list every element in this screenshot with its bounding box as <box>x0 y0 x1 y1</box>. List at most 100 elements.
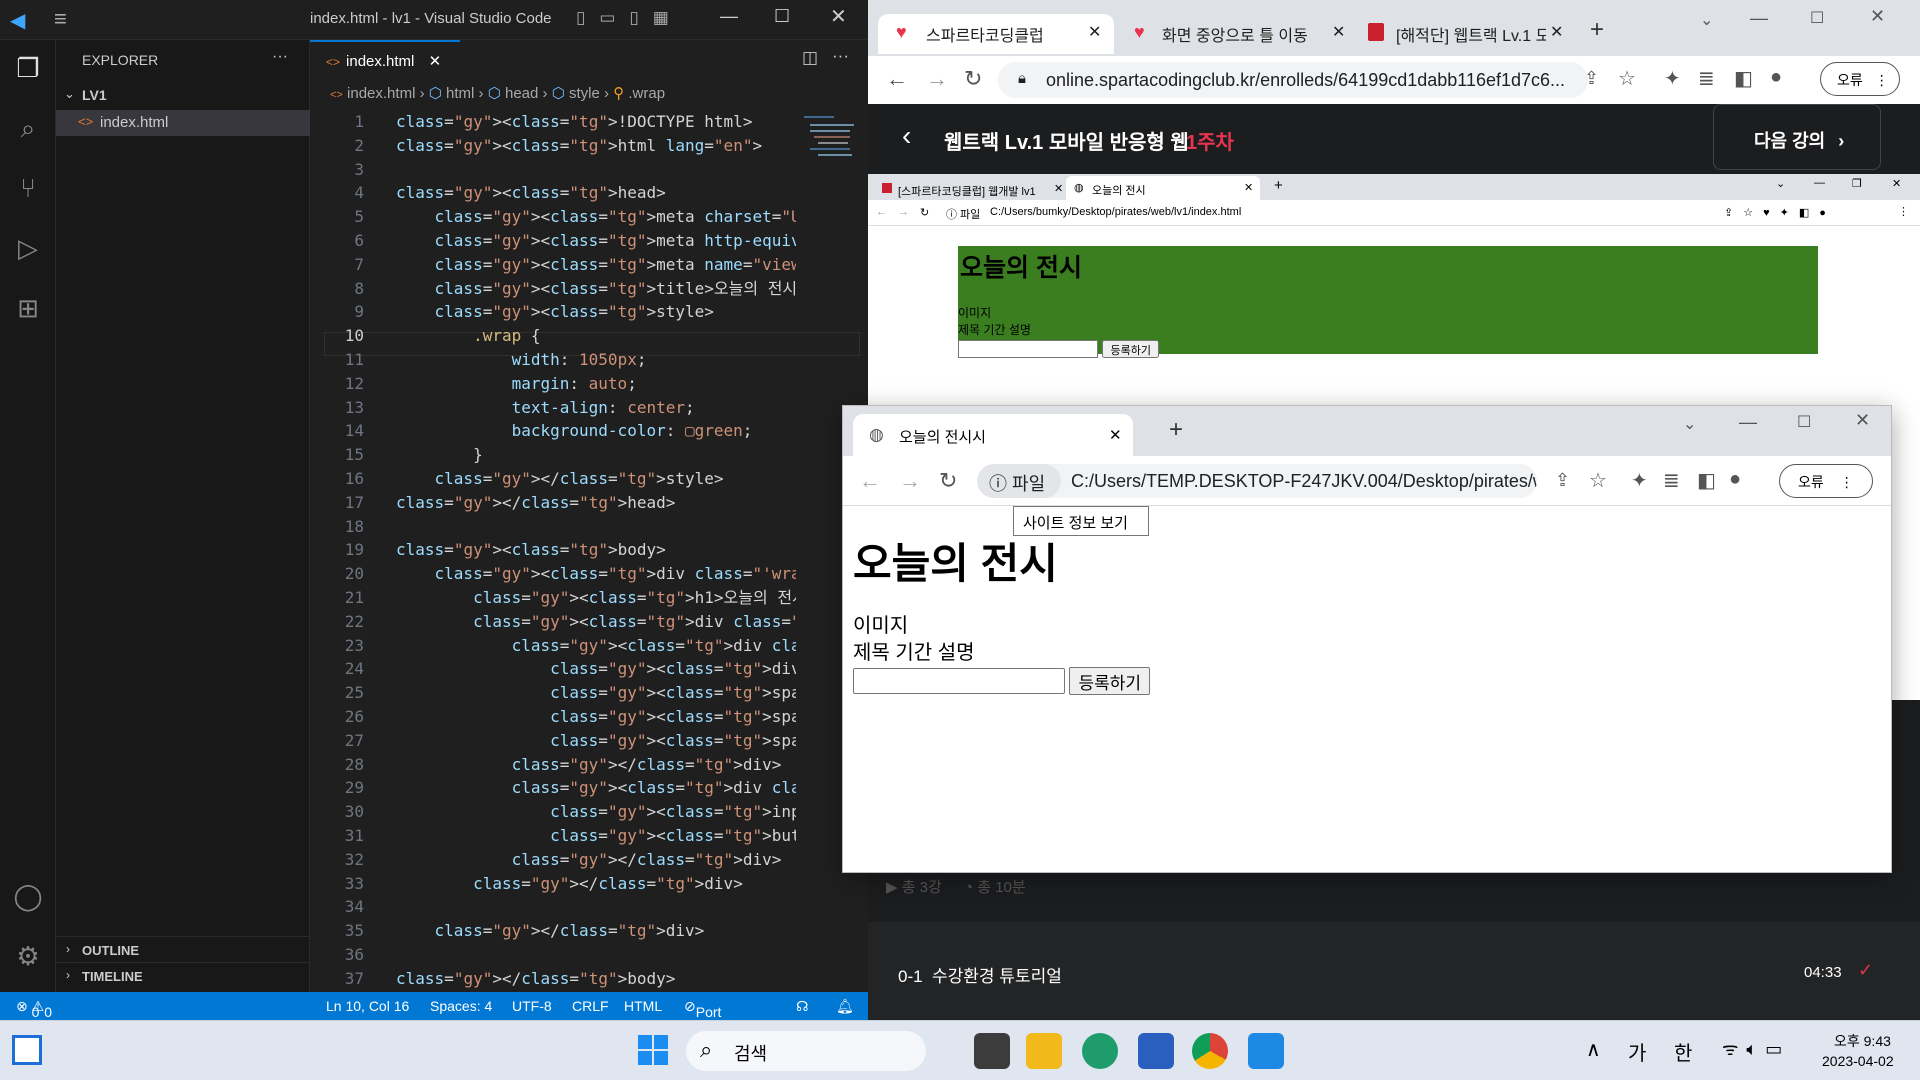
url-input[interactable] <box>958 340 1098 358</box>
file-explorer-icon[interactable] <box>1026 1033 1062 1069</box>
breadcrumb-item[interactable]: index.html <box>347 85 415 102</box>
share-icon[interactable]: ⇪ <box>1555 470 1570 491</box>
address-bar[interactable]: ⓘ 파일 C:/Users/TEMP.DESKTOP-F247JKV.004/D… <box>977 464 1537 498</box>
code-line[interactable]: .wrap { <box>396 324 796 348</box>
close-tab-icon[interactable]: ✕ <box>1109 426 1122 444</box>
split-editor-icon[interactable]: ◫ <box>802 48 818 68</box>
close-tab-icon[interactable]: ✕ <box>1054 182 1063 195</box>
minimize-button[interactable]: — <box>1750 8 1768 29</box>
code-line[interactable]: width: 1050px; <box>396 348 796 372</box>
info-icon[interactable]: ⓘ <box>946 206 957 222</box>
layout-icons[interactable]: ▯▭▯▦ <box>576 8 683 28</box>
minimize-button[interactable]: — <box>1814 177 1825 189</box>
kebab-menu-icon[interactable]: ⋮ <box>1898 205 1909 218</box>
new-tab-button[interactable]: + <box>1590 16 1604 44</box>
task-view-icon[interactable] <box>974 1033 1010 1069</box>
more-actions-icon[interactable]: ··· <box>832 46 849 66</box>
code-line[interactable]: class="gy"></class="tg">head> <box>396 491 796 515</box>
code-line[interactable]: class="gy"><class="tg">span class="tags"… <box>396 729 796 753</box>
code-line[interactable]: } <box>396 443 796 467</box>
maximize-button[interactable]: ☐ <box>1797 412 1811 432</box>
tab-pirates[interactable]: [해적단] 웹트랙 Lv.1 모 ✕ <box>1354 14 1568 54</box>
new-tab-button[interactable]: + <box>1274 177 1283 194</box>
new-tab-button[interactable]: + <box>1169 416 1183 444</box>
explorer-icon[interactable]: ❐ <box>12 52 44 84</box>
code-line[interactable]: class="gy"><class="tg">html lang="en"> <box>396 134 796 158</box>
forward-icon[interactable]: → <box>898 206 909 218</box>
code-line[interactable]: class="gy"><class="tg">div class="card-w… <box>396 610 796 634</box>
start-button[interactable] <box>638 1035 668 1065</box>
close-tab-icon[interactable]: ✕ <box>1244 181 1253 194</box>
search-icon[interactable]: ⌕ <box>12 112 44 144</box>
language-mode[interactable]: HTML <box>624 998 662 1014</box>
close-tab-icon[interactable]: ✕ <box>1328 22 1346 42</box>
code-line[interactable]: class="gy"><class="tg">div class="card-i… <box>396 657 796 681</box>
code-line[interactable]: class="gy"><class="tg">div class="'wrap"… <box>396 562 796 586</box>
vscode-icon[interactable] <box>1248 1033 1284 1069</box>
code-line[interactable]: margin: auto; <box>396 372 796 396</box>
close-tab-icon[interactable]: ✕ <box>1546 22 1564 42</box>
more-actions-icon[interactable]: ··· <box>272 48 288 66</box>
store-icon[interactable] <box>1138 1033 1174 1069</box>
register-button[interactable]: 등록하기 <box>1102 340 1159 358</box>
ime-hangul[interactable]: 가 <box>1628 1037 1646 1066</box>
code-line[interactable]: text-align: center; <box>396 396 796 420</box>
back-icon[interactable]: ← <box>886 66 908 92</box>
tab-search-icon[interactable]: ⌄ <box>1776 177 1785 190</box>
breadcrumb-item[interactable]: .wrap <box>628 85 665 102</box>
gear-icon[interactable]: ⚙ <box>12 940 44 972</box>
edge-icon[interactable] <box>1082 1033 1118 1069</box>
site-info-chip[interactable]: ⓘ 파일 <box>977 464 1061 498</box>
code-line[interactable]: class="gy"><class="tg">div class="card"> <box>396 634 796 658</box>
line-ending[interactable]: CRLF <box>572 998 609 1014</box>
extensions-icon[interactable]: ✦ <box>1664 66 1681 91</box>
forward-icon[interactable]: → <box>926 66 948 92</box>
profile-avatar-icon[interactable]: ● <box>1770 66 1782 89</box>
close-tab-icon[interactable]: ✕ <box>429 53 442 70</box>
indentation[interactable]: Spaces: 4 <box>430 998 492 1014</box>
timeline-section[interactable]: › TIMELINE <box>56 962 310 988</box>
notifications-icon[interactable]: 🔔︎ <box>836 998 854 1015</box>
maximize-button[interactable]: ☐ <box>774 6 790 27</box>
clock-date[interactable]: 2023-04-02 <box>1822 1053 1894 1069</box>
code-line[interactable]: class="gy"><class="tg">div class="url-fo… <box>396 776 796 800</box>
bookmark-star-icon[interactable]: ☆ <box>1589 468 1607 493</box>
code-line[interactable]: class="gy"></class="tg">div> <box>396 872 796 896</box>
encoding[interactable]: UTF-8 <box>512 998 552 1014</box>
back-arrow-icon[interactable]: ‹ <box>902 120 911 152</box>
register-button[interactable]: 등록하기 <box>1069 667 1151 695</box>
media-icon[interactable]: ≣ <box>1698 66 1715 91</box>
account-icon[interactable]: ◯ <box>12 880 44 912</box>
lesson-row[interactable]: 0-1 수강환경 튜토리얼 04:33 ✓ <box>868 922 1920 1020</box>
taskbar-search[interactable]: ⌕ 검색 <box>686 1031 926 1071</box>
code-line[interactable]: class="gy"><class="tg">title>오늘의 전시시clas… <box>396 277 796 301</box>
next-lecture-button[interactable]: 다음 강의 › <box>1713 104 1881 170</box>
breadcrumb-item[interactable]: html <box>446 85 474 102</box>
tray-status-icons[interactable]: ᯤ🔈︎▭ <box>1722 1037 1790 1061</box>
minimize-button[interactable]: — <box>720 6 738 27</box>
code-line[interactable]: class="gy"><class="tg">h1>오늘의 전시class="g… <box>396 586 796 610</box>
tab-search-icon[interactable]: ⌄ <box>1700 10 1713 30</box>
code-line[interactable]: class="gy"><class="tg">!DOCTYPE html> <box>396 110 796 134</box>
live-server-port[interactable]: ⊘ Port : 5500 <box>684 998 727 1052</box>
back-icon[interactable]: ← <box>876 206 887 218</box>
code-line[interactable]: class="gy"><class="tg">span class="peiro… <box>396 705 796 729</box>
media-icon[interactable]: ≣ <box>1663 468 1680 493</box>
inner-tab-active[interactable]: ◍ 오늘의 전시 ✕ <box>1066 176 1260 200</box>
code-line[interactable]: class="gy"></class="tg">body> <box>396 967 796 991</box>
close-button[interactable]: ✕ <box>830 4 847 29</box>
cursor-position[interactable]: Ln 10, Col 16 <box>326 998 409 1014</box>
run-debug-icon[interactable]: ▷ <box>12 232 44 264</box>
code-line[interactable]: class="gy"><class="tg">head> <box>396 181 796 205</box>
restore-button[interactable]: ❐ <box>1852 177 1862 190</box>
close-button[interactable]: ✕ <box>1870 6 1885 27</box>
address-bar[interactable]: 🔒︎ online.spartacodingclub.kr/enrolleds/… <box>998 62 1588 98</box>
forward-icon[interactable]: → <box>899 468 921 494</box>
file-item-index[interactable]: <> index.html <box>56 110 310 136</box>
source-control-icon[interactable]: ⑂ <box>12 172 44 204</box>
tab-move-center[interactable]: ♥ 화면 중앙으로 틀 이동 ✕ <box>1120 14 1350 54</box>
code-line[interactable]: class="gy"><class="tg">span class="card-… <box>396 681 796 705</box>
code-line[interactable]: class="gy"><class="tg">style> <box>396 300 796 324</box>
close-button[interactable]: ✕ <box>1855 410 1870 431</box>
menu-icon[interactable]: ≡ <box>54 6 67 32</box>
